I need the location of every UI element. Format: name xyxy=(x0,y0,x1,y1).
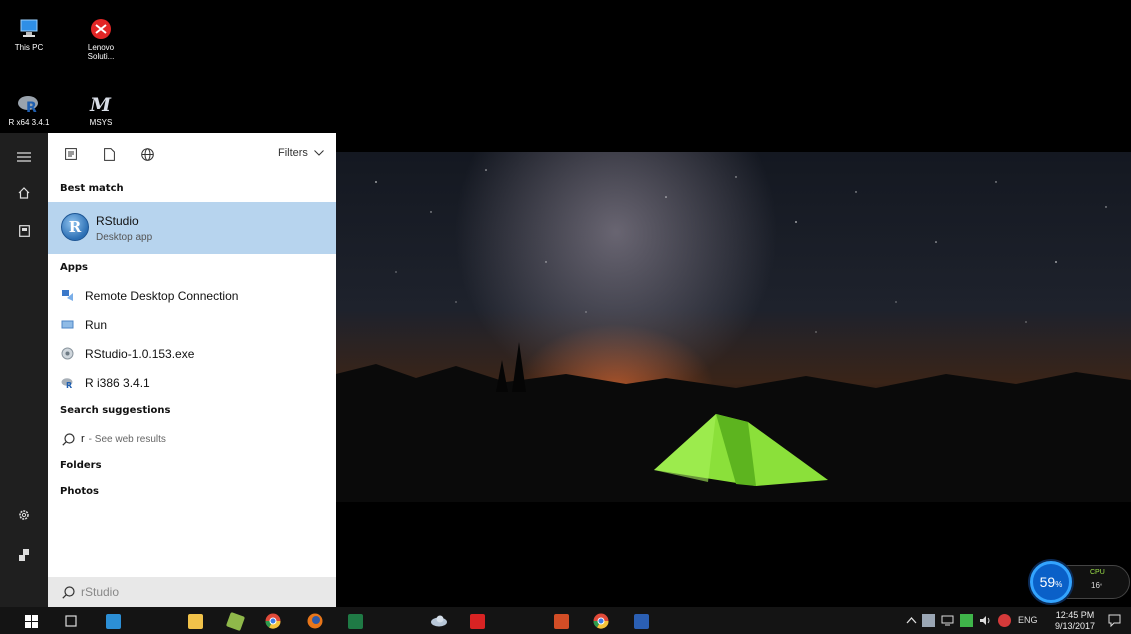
desktop-icon-msys[interactable]: M MSYS xyxy=(78,92,124,127)
r-icon: R xyxy=(17,92,41,116)
app-result-remote-desktop[interactable]: Remote Desktop Connection xyxy=(48,281,336,310)
firefox-taskbar-icon[interactable] xyxy=(304,610,326,632)
desktop-icon-r-x64[interactable]: R R x64 3.4.1 xyxy=(6,92,52,127)
cloud-app-taskbar-icon[interactable] xyxy=(428,610,450,632)
app-result-label: R i386 3.4.1 xyxy=(85,375,150,390)
svg-text:R: R xyxy=(26,100,37,115)
desktop-icon-label: R x64 3.4.1 xyxy=(8,118,50,127)
cpu-label: CPU xyxy=(1090,569,1105,576)
remote-desktop-icon xyxy=(61,289,74,302)
filters-label: Filters xyxy=(277,147,308,159)
svg-text:M: M xyxy=(89,94,112,115)
desktop-icon-label: MSYS xyxy=(89,118,113,127)
filter-bar: Filters xyxy=(48,133,336,175)
app-result-label: Run xyxy=(85,317,108,332)
language-indicator[interactable]: ENG xyxy=(1018,615,1038,625)
best-match-title: RStudio xyxy=(96,214,139,228)
desktop: This PC Lenovo Soluti... R R x64 3.4.1 M… xyxy=(0,0,1131,634)
task-view-button[interactable] xyxy=(60,610,82,632)
home-icon[interactable] xyxy=(0,175,48,211)
chevron-down-icon xyxy=(314,147,324,159)
network-icon[interactable] xyxy=(941,614,954,627)
clock-date[interactable]: 9/13/2017 xyxy=(1050,621,1100,631)
filters-dropdown[interactable]: Filters xyxy=(278,147,324,159)
desktop-icon-this-pc[interactable]: This PC xyxy=(6,17,52,52)
media-player-taskbar-icon[interactable] xyxy=(102,610,124,632)
cpu-temp-value: 16 xyxy=(1091,581,1100,590)
best-match-heading: Best match xyxy=(60,183,124,194)
msys-icon: M xyxy=(89,92,113,116)
notifications-icon[interactable] xyxy=(1108,614,1121,628)
hamburger-icon[interactable] xyxy=(0,139,48,175)
best-match-subtitle: Desktop app xyxy=(96,232,153,243)
apps-heading: Apps xyxy=(60,262,89,273)
excel-taskbar-icon[interactable] xyxy=(344,610,366,632)
web-suggestion-query: r xyxy=(81,433,85,445)
file-explorer-taskbar-icon[interactable] xyxy=(184,610,206,632)
settings-icon[interactable] xyxy=(0,497,48,533)
wallpaper-image xyxy=(336,152,1131,502)
r-icon: R xyxy=(61,376,74,389)
cpu-temp-unit: ° xyxy=(1099,584,1103,590)
web-filter-icon[interactable] xyxy=(128,133,166,175)
search-box[interactable] xyxy=(48,577,336,607)
chevron-up-icon[interactable] xyxy=(905,614,918,627)
search-icon xyxy=(62,585,75,599)
app-result-r-i386[interactable]: R R i386 3.4.1 xyxy=(48,368,336,397)
rstudio-icon: R xyxy=(61,213,89,241)
app-result-rstudio-installer[interactable]: RStudio-1.0.153.exe xyxy=(48,339,336,368)
clock-time[interactable]: 12:45 PM xyxy=(1050,610,1100,620)
svg-text:R: R xyxy=(66,381,72,389)
volume-icon[interactable] xyxy=(979,614,992,627)
cpu-monitor-widget[interactable]: 59% CPU 16° xyxy=(1030,561,1130,603)
best-match-result[interactable]: R RStudio Desktop app xyxy=(48,202,336,254)
web-suggestion-result[interactable]: r - See web results xyxy=(48,425,336,453)
user-icon[interactable] xyxy=(0,537,48,573)
cpu-percent-unit: % xyxy=(1055,579,1063,589)
chrome-taskbar-icon[interactable] xyxy=(262,610,284,632)
desktop-icon-label: Lenovo Soluti... xyxy=(87,43,115,61)
acrobat-taskbar-icon[interactable] xyxy=(466,610,488,632)
this-pc-icon xyxy=(17,17,41,41)
app-result-label: RStudio-1.0.153.exe xyxy=(85,346,195,361)
cpu-percent: 59 xyxy=(1039,574,1056,590)
clipboard-taskbar-icon[interactable] xyxy=(224,610,246,632)
search-input[interactable] xyxy=(81,585,311,599)
tray-red-app-icon[interactable] xyxy=(998,614,1011,627)
app-result-label: Remote Desktop Connection xyxy=(85,288,239,303)
cpu-temp: 16° xyxy=(1091,581,1102,590)
taskbar: ENG 12:45 PM 9/13/2017 xyxy=(0,607,1131,634)
chrome-taskbar-icon[interactable] xyxy=(590,610,612,632)
desktop-icon-lenovo[interactable]: Lenovo Soluti... xyxy=(78,17,124,61)
start-button[interactable] xyxy=(20,610,42,632)
web-suggestion-suffix: - See web results xyxy=(88,433,166,445)
run-icon xyxy=(61,318,74,331)
search-suggestions-heading: Search suggestions xyxy=(60,405,171,416)
documents-icon[interactable] xyxy=(0,213,48,249)
folders-heading[interactable]: Folders xyxy=(60,460,102,471)
word-taskbar-icon[interactable] xyxy=(630,610,652,632)
documents-filter-icon[interactable] xyxy=(90,133,128,175)
search-icon xyxy=(62,432,75,446)
powerpoint-taskbar-icon[interactable] xyxy=(550,610,572,632)
tray-app-icon[interactable] xyxy=(922,614,935,627)
apps-filter-icon[interactable] xyxy=(52,133,90,175)
app-result-run[interactable]: Run xyxy=(48,310,336,339)
start-menu-rail xyxy=(0,133,48,607)
desktop-icon-label: This PC xyxy=(14,43,44,52)
installer-icon xyxy=(61,347,74,360)
search-results-panel: Filters Best match R RStudio Desktop app… xyxy=(48,133,336,607)
photos-heading[interactable]: Photos xyxy=(60,486,99,497)
lenovo-solutions-icon xyxy=(89,17,113,41)
tray-green-app-icon[interactable] xyxy=(960,614,973,627)
cpu-usage-gauge: 59% xyxy=(1030,561,1072,603)
